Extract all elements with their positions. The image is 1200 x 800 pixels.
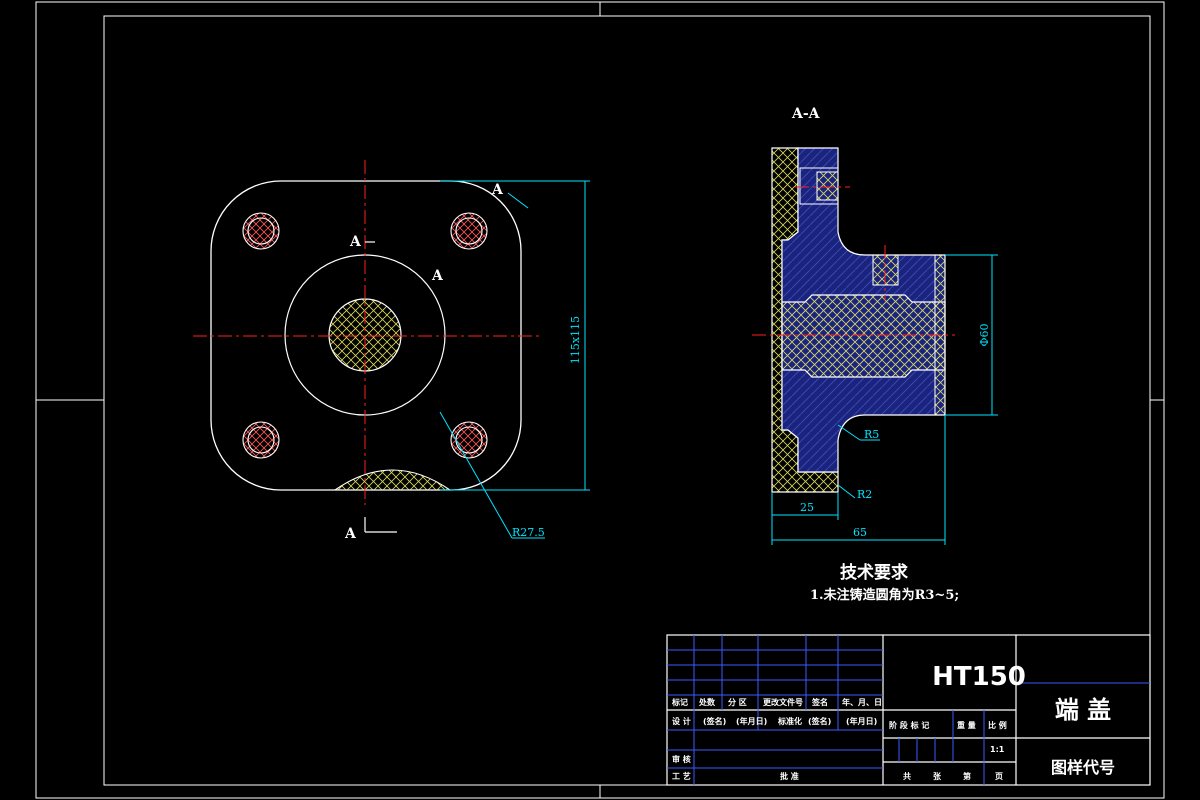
cut-label-arc-mid: A	[431, 268, 444, 284]
dim-fillet-r2: R2	[857, 488, 872, 501]
tb-sheet-total: 共	[903, 771, 911, 781]
dim-fillet-r5: R5	[864, 428, 879, 441]
section-title: A-A	[791, 106, 821, 122]
tb-r1-c5: 签名	[811, 697, 828, 707]
tb-scale-value: 1:1	[990, 745, 1005, 754]
tb-process: 工 艺	[672, 771, 691, 781]
title-block: HT150 端 盖 图样代号 标记 处数 分 区 更改文件号 签名 年、月、日 …	[666, 634, 1151, 786]
cad-drawing: A A A A 115x115 R27.5 A-A Φ60 R5 R2 25 6…	[35, 1, 1165, 799]
notes-heading: 技术要求	[840, 562, 908, 583]
notes-item-1: 1.未注铸造圆角为R3~5;	[810, 587, 959, 603]
tb-r2-c1: 设 计	[672, 716, 691, 726]
tb-reviewer: 审 核	[672, 754, 691, 764]
dim-front-size: 115x115	[569, 316, 582, 364]
tb-approve: 批 准	[780, 771, 799, 781]
part-name: 端 盖	[1055, 696, 1111, 724]
cut-label-arc-top: A	[491, 182, 504, 198]
tb-r1-c1: 标记	[671, 697, 688, 707]
tb-r2-c3: (年月日)	[736, 716, 767, 726]
cut-label-bottom: A	[344, 526, 357, 542]
tb-r1-c2: 处数	[698, 697, 716, 707]
bottom-arc-segment	[333, 469, 452, 491]
tb-r1-c4: 更改文件号	[763, 697, 803, 707]
drawing-code: 图样代号	[1051, 758, 1115, 777]
tb-scale-header: 比 例	[988, 720, 1007, 730]
tb-stage-header: 阶 段 标 记	[889, 720, 929, 730]
tb-sheet-word: 张	[933, 772, 942, 781]
dim-fillet-radius: R27.5	[512, 526, 545, 539]
tb-page-word: 页	[995, 772, 1003, 781]
tb-r1-c3: 分 区	[728, 697, 747, 707]
material-label: HT150	[932, 662, 1026, 692]
tb-r2-c6: (年月日)	[846, 716, 877, 726]
cut-label-top: A	[349, 234, 362, 250]
dim-width-25: 25	[800, 501, 814, 514]
tb-r2-c5: (签名)	[808, 716, 831, 726]
dim-section-diameter: Φ60	[978, 323, 991, 346]
tb-r2-c4: 标准化	[777, 716, 802, 726]
tb-r2-c2: (签名)	[703, 716, 726, 726]
tb-weight-header: 重 量	[957, 720, 976, 730]
front-view: A A A A 115x115 R27.5	[193, 160, 590, 542]
tb-r1-c6: 年、月、日	[842, 697, 882, 707]
tb-sheet-no: 第	[963, 771, 971, 781]
section-view: A-A Φ60 R5 R2 25 65	[752, 106, 998, 545]
dim-width-65: 65	[853, 526, 867, 539]
